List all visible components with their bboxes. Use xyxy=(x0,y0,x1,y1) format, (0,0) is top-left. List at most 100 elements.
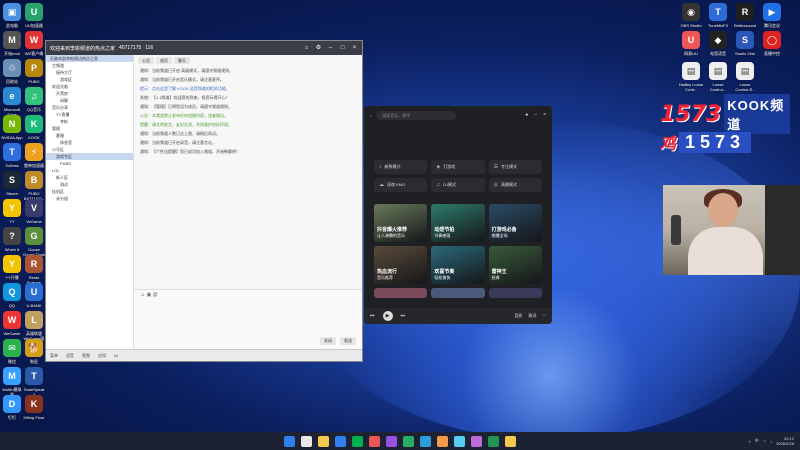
desktop-icon[interactable]: S Steam xyxy=(1,171,23,196)
clock[interactable]: 20:12 2026/2/26 xyxy=(776,436,794,446)
playlist-card[interactable]: 打游戏必备 燃爆全场 xyxy=(488,204,542,242)
channel-tree-item[interactable]: 游戏区 xyxy=(46,76,133,83)
bottom-bar-item[interactable]: 菜单 xyxy=(50,353,58,359)
close-icon[interactable]: × xyxy=(351,45,358,52)
taskbar-app-icon[interactable] xyxy=(335,435,346,447)
playlist-card[interactable]: 雷神王 经典 xyxy=(488,246,542,284)
desktop-icon[interactable]: U U-BANK xyxy=(23,283,45,308)
desktop-icon[interactable]: T TuneMixFX xyxy=(705,3,731,28)
music-search-input[interactable]: 搜索音乐、歌手 xyxy=(376,110,457,120)
heart-icon[interactable]: ♡ xyxy=(542,313,546,319)
desktop-icon[interactable]: T ToDesk xyxy=(1,143,23,168)
desktop-icon[interactable]: ▤ Loose Control-R.. xyxy=(732,62,758,92)
music-mode-button[interactable]: ♫ DJ模式 xyxy=(431,178,485,192)
desktop-icon[interactable]: ▣ 此电脑 xyxy=(1,3,23,28)
bottom-bar-item[interactable]: AI xyxy=(114,353,118,358)
desktop-icon[interactable]: 🐕 狗屁 xyxy=(23,339,45,364)
playlist-card[interactable]: 欢喜节奏 轻松愉快 xyxy=(431,246,485,284)
desktop-icon[interactable]: ▤ Loose Control-.. xyxy=(705,62,731,92)
maximize-icon[interactable]: □ xyxy=(339,45,346,52)
desktop-icon[interactable]: TTeamSpeak 3 xyxy=(23,367,45,397)
bottom-bar-item[interactable]: 应用 xyxy=(98,353,106,359)
taskbar-app-icon[interactable] xyxy=(454,435,465,447)
desktop-icon[interactable]: ♲ 回收站 xyxy=(1,59,23,84)
playlist-card[interactable] xyxy=(374,288,428,298)
desktop-icon[interactable]: RResto Fortune xyxy=(23,255,45,285)
playlist-card[interactable]: 抖音爆火推荐 让人沸腾的音乐 xyxy=(374,204,428,242)
channel-tree-item[interactable]: 游戏专区 xyxy=(46,153,133,160)
channel-tree-item[interactable]: 李彬 xyxy=(46,118,133,125)
channel-tree-item[interactable]: LOL xyxy=(46,167,133,174)
channel-tree-item[interactable]: 测试 xyxy=(46,181,133,188)
chat-tab[interactable]: 聊天 xyxy=(174,57,190,64)
image-icon[interactable]: ▣ xyxy=(147,292,152,298)
desktop-icon[interactable]: D 钉钉 xyxy=(1,395,23,420)
desktop-icon[interactable]: ⚡ 雷神加速器 xyxy=(23,143,45,168)
desktop-icon[interactable]: W WeGame xyxy=(1,311,23,336)
chat-tab[interactable]: 公告 xyxy=(138,57,154,64)
back-icon[interactable]: ‹ xyxy=(370,113,371,118)
music-mode-button[interactable]: ♪ 新鲜模式 xyxy=(374,160,428,174)
playlist-card[interactable]: 热血流行 音乐推荐 xyxy=(374,246,428,284)
desktop-icon[interactable]: K Killing Floor xyxy=(23,395,45,420)
channel-tree-item[interactable]: PUBG xyxy=(46,160,133,167)
chat-tab[interactable]: 成员 xyxy=(156,57,172,64)
desktop-icon[interactable]: eMicrosoft Edge xyxy=(1,87,23,117)
play-button[interactable]: ▶ xyxy=(382,311,393,321)
channel-tree-item[interactable]: 未分组 xyxy=(46,195,133,202)
taskbar-app-icon[interactable] xyxy=(420,435,431,447)
desktop-icon[interactable]: U 网易UU xyxy=(678,31,704,56)
channel-tree-item[interactable]: 挂机区 xyxy=(46,188,133,195)
chevron-up-icon[interactable]: ˄ xyxy=(748,439,750,444)
player-option[interactable]: 音质 xyxy=(514,313,522,319)
settings-icon[interactable]: ⚙ xyxy=(315,45,322,52)
next-icon[interactable]: ⏭ xyxy=(401,313,406,319)
channel-tree-item[interactable]: 闲聊 xyxy=(46,97,133,104)
desktop-icon[interactable]: ✉ 微信 xyxy=(1,339,23,364)
channel-tree-item[interactable]: YY直播 xyxy=(46,111,133,118)
message-input-area[interactable]: ☺ ▣ @ 关闭 发送 xyxy=(134,289,362,349)
taskbar-app-icon[interactable] xyxy=(437,435,448,447)
channel-tree-item[interactable]: 小号区 xyxy=(46,146,133,153)
channel-tree-item[interactable]: 管理 xyxy=(46,125,133,132)
taskbar-app-icon[interactable] xyxy=(369,435,380,447)
at-icon[interactable]: @ xyxy=(153,292,158,298)
minimize-icon[interactable]: – xyxy=(327,45,334,52)
bottom-bar-item[interactable]: 视频 xyxy=(82,353,90,359)
taskbar-app-icon[interactable] xyxy=(488,435,499,447)
player-option[interactable]: 歌词 xyxy=(528,313,536,319)
taskbar-app-icon[interactable] xyxy=(284,435,295,447)
channel-tree-item[interactable]: 休息室 xyxy=(46,139,133,146)
taskbar-app-icon[interactable] xyxy=(471,435,482,447)
channel-tree-header[interactable]: 石墩本部李彬周边热点之家 xyxy=(46,55,133,62)
input-language[interactable]: 中 xyxy=(755,438,759,444)
taskbar-app-icon[interactable] xyxy=(386,435,397,447)
taskbar-app-icon[interactable] xyxy=(403,435,414,447)
prev-icon[interactable]: ⏮ xyxy=(370,313,375,319)
channel-tree-item[interactable]: 音乐分享 xyxy=(46,104,133,111)
desktop-icon[interactable]: ◆ 电竞语音 xyxy=(705,31,731,56)
desktop-icon[interactable]: V VeGame xyxy=(23,199,45,224)
send-button[interactable]: 发送 xyxy=(340,337,356,345)
desktop-icon[interactable]: ◉ OBS Studio xyxy=(678,3,704,28)
desktop-icon[interactable]: W WE客户端 xyxy=(23,31,45,56)
desktop-icon[interactable]: S Studio One xyxy=(732,31,758,56)
channel-tree-item[interactable]: 开黑房 xyxy=(46,90,133,97)
playlist-card[interactable]: 动感节拍 节奏感强 xyxy=(431,204,485,242)
desktop-icon[interactable]: BPUBG BATTLEG.. xyxy=(23,171,45,201)
avatar[interactable]: ● xyxy=(525,112,528,118)
desktop-icon[interactable]: Y YY xyxy=(1,199,23,224)
playlist-card[interactable] xyxy=(431,288,485,298)
desktop-icon[interactable]: ▤ Hadley Loose Contr.. xyxy=(678,62,704,92)
taskbar-app-icon[interactable] xyxy=(301,435,312,447)
volume-icon[interactable]: ♪ xyxy=(770,439,772,444)
music-mode-button[interactable]: ◈ 打游戏 xyxy=(431,160,485,174)
minimize-icon[interactable]: – xyxy=(534,112,537,118)
taskbar-app-icon[interactable] xyxy=(505,435,516,447)
desktop-icon[interactable]: R Reflexsound xyxy=(732,3,758,28)
bottom-bar-item[interactable]: 语音 xyxy=(66,353,74,359)
desktop-icon[interactable]: ▶ 腾讯会议 xyxy=(759,3,785,28)
emoji-icon[interactable]: ☺ xyxy=(140,292,145,298)
music-mode-button[interactable]: ◎ 清晨模式 xyxy=(488,178,542,192)
desktop-icon[interactable]: MMuMu模拟器 xyxy=(1,367,23,397)
